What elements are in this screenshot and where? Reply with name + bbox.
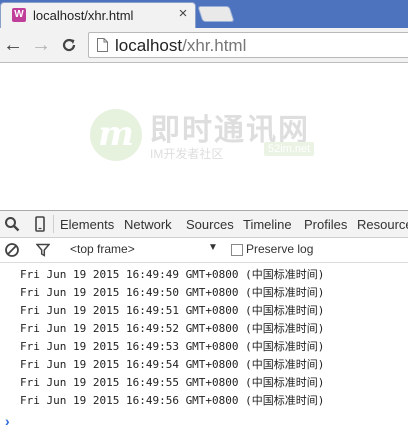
- tab-strip: W localhost/xhr.html ×: [0, 0, 408, 28]
- back-arrow-icon[interactable]: ←: [2, 34, 24, 56]
- device-mode-icon[interactable]: [32, 216, 48, 232]
- watermark-tag: 52im.net: [264, 142, 315, 156]
- tab-profiles[interactable]: Profiles: [304, 217, 347, 232]
- browser-tab[interactable]: W localhost/xhr.html ×: [0, 2, 196, 28]
- tab-elements[interactable]: Elements: [60, 217, 114, 232]
- console-log-line: Fri Jun 19 2015 16:49:51 GMT+0800 (中国标准时…: [20, 304, 325, 317]
- tab-network[interactable]: Network: [124, 217, 172, 232]
- frame-selector[interactable]: <top frame>: [70, 242, 135, 256]
- console-filter-bar: <top frame> ▼ Preserve log: [0, 238, 408, 263]
- console-log-line: Fri Jun 19 2015 16:49:53 GMT+0800 (中国标准时…: [20, 340, 325, 353]
- close-tab-icon[interactable]: ×: [175, 6, 191, 22]
- watermark-subtitle: IM开发者社区: [150, 147, 224, 161]
- console-log-line: Fri Jun 19 2015 16:49:56 GMT+0800 (中国标准时…: [20, 394, 325, 407]
- tab-timeline[interactable]: Timeline: [243, 217, 292, 232]
- page-viewport: m 即时通讯网 IM开发者社区 52im.net: [0, 63, 408, 210]
- site-favicon-icon: W: [12, 8, 26, 22]
- console-log-line: Fri Jun 19 2015 16:49:49 GMT+0800 (中国标准时…: [20, 268, 325, 281]
- console-log-line: Fri Jun 19 2015 16:49:54 GMT+0800 (中国标准时…: [20, 358, 325, 371]
- console-log-line: Fri Jun 19 2015 16:49:55 GMT+0800 (中国标准时…: [20, 376, 325, 389]
- url-host: localhost: [115, 36, 183, 55]
- toolbar-divider: [53, 215, 54, 233]
- console-log-line: Fri Jun 19 2015 16:49:52 GMT+0800 (中国标准时…: [20, 322, 325, 335]
- clear-console-icon[interactable]: [4, 242, 20, 258]
- watermark-logo-icon: m: [90, 109, 142, 161]
- preserve-log-checkbox[interactable]: [231, 244, 243, 256]
- console-prompt[interactable]: ›: [5, 413, 10, 429]
- devtools-panel: Elements Network Sources Timeline Profil…: [0, 210, 408, 433]
- browser-toolbar: ← → localhost/xhr.html: [0, 28, 408, 63]
- tab-resources[interactable]: Resource: [357, 217, 408, 232]
- dropdown-arrow-icon[interactable]: ▼: [208, 242, 218, 253]
- new-tab-button[interactable]: [197, 6, 235, 22]
- filter-icon[interactable]: [36, 243, 50, 257]
- reload-icon[interactable]: [58, 34, 80, 56]
- tab-title: localhost/xhr.html: [33, 8, 134, 23]
- devtools-tabbar: Elements Network Sources Timeline Profil…: [0, 211, 408, 238]
- address-bar[interactable]: localhost/xhr.html: [88, 32, 408, 58]
- url-path: /xhr.html: [182, 36, 247, 55]
- forward-arrow-icon[interactable]: →: [30, 34, 52, 56]
- url-text: localhost/xhr.html: [115, 36, 246, 56]
- tab-sources[interactable]: Sources: [186, 217, 234, 232]
- console-output: Fri Jun 19 2015 16:49:49 GMT+0800 (中国标准时…: [0, 263, 408, 433]
- console-log-line: Fri Jun 19 2015 16:49:50 GMT+0800 (中国标准时…: [20, 286, 325, 299]
- watermark-logo: m 即时通讯网 IM开发者社区 52im.net: [90, 103, 350, 173]
- preserve-log-label: Preserve log: [246, 242, 314, 256]
- page-icon: [97, 38, 108, 52]
- inspect-search-icon[interactable]: [4, 216, 20, 232]
